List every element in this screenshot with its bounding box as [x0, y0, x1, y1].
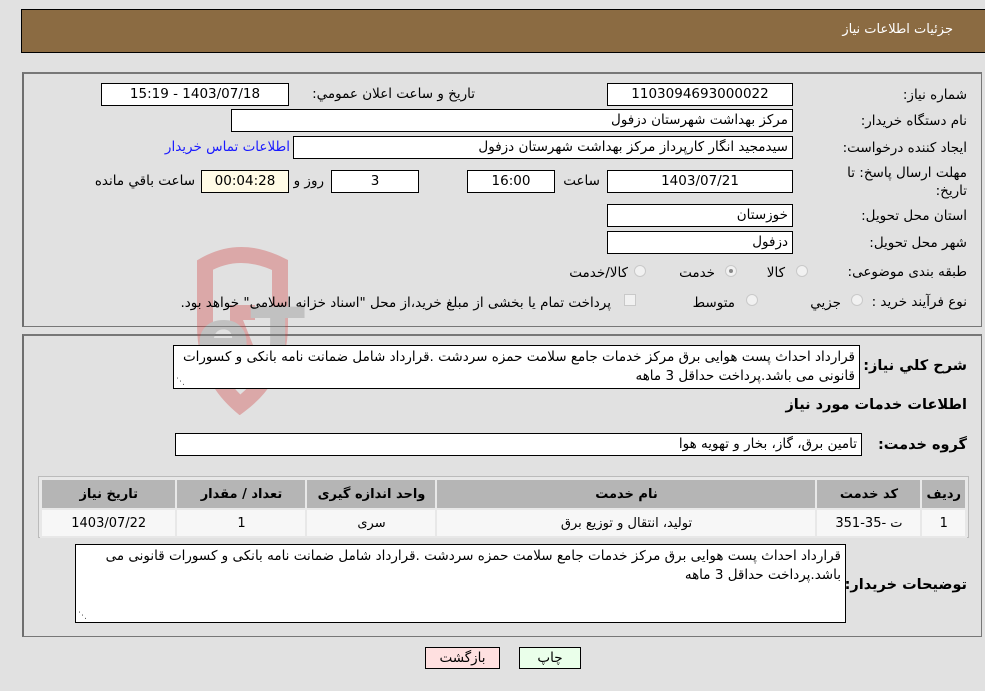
need-number-field: 1103094693000022 [607, 83, 793, 106]
buyer-contact-link[interactable]: اطلاعات تماس خریدار [165, 139, 290, 155]
cell-quantity: 1 [175, 508, 308, 538]
purchase-radio-medium[interactable] [746, 294, 758, 306]
col-service-code: کد خدمت [815, 478, 923, 510]
cell-need-date: 1403/07/22 [39, 508, 178, 538]
buyer-notes-textarea[interactable]: قرارداد احداث پست هوایی برق مرکز خدمات ج… [75, 544, 846, 623]
need-number-label: شماره نیاز: [902, 87, 967, 103]
service-group-label: گروه خدمت: [877, 437, 967, 453]
time-remaining-label: ساعت باقي مانده [94, 173, 195, 189]
col-unit: واحد اندازه گیری [305, 478, 438, 510]
buyer-org-field: مرکز بهداشت شهرستان دزفول [231, 109, 793, 132]
purchase-type-label: نوع فرآیند خرید : [871, 294, 967, 310]
category-radio-goods-service[interactable] [634, 265, 646, 277]
requester-field: سیدمجید انگار کارپرداز مرکز بهداشت شهرست… [293, 136, 793, 159]
summary-textarea[interactable]: قرارداد احداث پست هوایی برق مرکز خدمات ج… [173, 345, 860, 389]
purchase-option-minor: جزیي [810, 295, 841, 311]
summary-text: قرارداد احداث پست هوایی برق مرکز خدمات ج… [182, 349, 855, 384]
requester-label: ایجاد کننده درخواست: [842, 140, 967, 156]
treasury-bonds-checkbox[interactable] [624, 294, 636, 306]
cell-row-number: 1 [920, 508, 967, 538]
services-table: ردیف کد خدمت نام خدمت واحد اندازه گیری ت… [39, 478, 967, 538]
category-option-service: خدمت [679, 265, 715, 281]
col-service-name: نام خدمت [435, 478, 818, 510]
print-button[interactable]: چاپ [519, 647, 581, 669]
purchase-radio-minor[interactable] [851, 294, 863, 306]
deadline-date-field: 1403/07/21 [607, 170, 793, 193]
deadline-time-label: ساعت [563, 173, 600, 189]
services-heading: اطلاعات خدمات مورد نیاز [785, 397, 967, 413]
deadline-time-field: 16:00 [467, 170, 555, 193]
city-label: شهر محل تحویل: [869, 235, 967, 251]
resize-handle-icon[interactable]: ⋰ [78, 612, 87, 621]
announce-datetime-label: تاريخ و ساعت اعلان عمومي: [312, 86, 475, 102]
resize-handle-icon[interactable]: ⋰ [176, 378, 185, 387]
purchase-option-medium: متوسط [692, 295, 735, 311]
back-button[interactable]: بازگشت [425, 647, 500, 669]
category-radio-goods[interactable] [796, 265, 808, 277]
announce-datetime-field: 1403/07/18 - 15:19 [101, 83, 289, 106]
page-title: جزئیات اطلاعات نیاز [842, 22, 953, 37]
days-remaining-field: 3 [331, 170, 419, 193]
summary-label: شرح کلي نياز: [863, 358, 967, 374]
category-label: طبقه بندی موضوعی: [847, 264, 967, 280]
city-field: دزفول [607, 231, 793, 254]
table-header-row: ردیف کد خدمت نام خدمت واحد اندازه گیری ت… [39, 478, 967, 510]
category-option-goods-service: کالا/خدمت [569, 265, 628, 281]
province-label: استان محل تحویل: [861, 208, 967, 224]
col-row-number: ردیف [920, 478, 967, 510]
buyer-notes-label: توضیحات خریدار: [844, 577, 967, 593]
deadline-label: مهلت ارسال پاسخ: تا تاریخ: [847, 165, 967, 199]
province-field: خوزستان [607, 204, 793, 227]
buyer-notes-text: قرارداد احداث پست هوایی برق مرکز خدمات ج… [105, 548, 841, 583]
cell-service-name: تولید، انتقال و توزیع برق [435, 508, 818, 538]
cell-unit: سری [305, 508, 438, 538]
col-quantity: تعداد / مقدار [175, 478, 308, 510]
category-option-goods: کالا [766, 265, 785, 281]
cell-service-code: ت -35-351 [815, 508, 923, 538]
buyer-org-label: نام دستگاه خریدار: [860, 113, 967, 129]
time-remaining-field: 00:04:28 [201, 170, 289, 193]
days-label: روز و [293, 173, 324, 189]
category-radio-service[interactable] [725, 265, 737, 277]
col-need-date: تاریخ نیاز [39, 478, 178, 510]
treasury-bonds-label: پرداخت تمام یا بخشی از مبلغ خرید،از محل … [180, 295, 611, 311]
service-group-field: تامین برق، گاز، بخار و تهویه هوا [175, 433, 862, 456]
page-header: جزئیات اطلاعات نیاز [21, 9, 985, 53]
table-row: 1 ت -35-351 تولید، انتقال و توزیع برق سر… [39, 508, 967, 538]
